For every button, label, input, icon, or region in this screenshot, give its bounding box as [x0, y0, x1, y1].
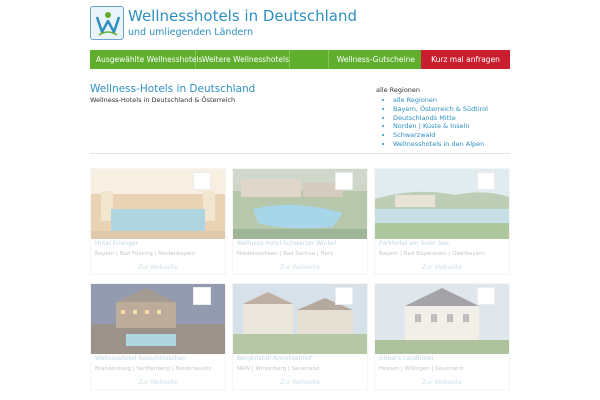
- hotel-image[interactable]: [233, 284, 367, 354]
- nav-item-weitere[interactable]: Weitere Wellnesshotels: [196, 50, 290, 69]
- hotel-card[interactable]: Parkhotel am Soier See Bayern | Bad Baye…: [374, 168, 510, 275]
- region-filter: alle Regionen alle Regionen Bayern, Öste…: [376, 86, 510, 149]
- hotel-location: Bayern | Bad Bayersoien | Oberbayern: [379, 251, 485, 257]
- region-link[interactable]: Schwarzwald: [393, 131, 510, 140]
- hotel-card[interactable]: Wellness Hotel Schwarzer Winkel Niedersa…: [232, 168, 368, 275]
- hotel-card[interactable]: Hotel Erlanger Bayern | Bad Füssing | Ni…: [90, 168, 226, 275]
- website-link[interactable]: Zur Webseite: [91, 264, 225, 271]
- hotel-name[interactable]: Bergkristall Annelisenhof: [237, 355, 312, 362]
- hotel-image[interactable]: [375, 169, 509, 239]
- nav-item-gutscheine[interactable]: Wellness-Gutscheine: [329, 50, 421, 69]
- nav-spacer: [290, 50, 329, 69]
- wellness-badge-icon: [477, 172, 495, 190]
- hotel-name[interactable]: Parkhotel am Soier See: [379, 240, 449, 247]
- website-link[interactable]: Zur Webseite: [375, 379, 509, 386]
- hotel-location: Hessen | Willingen | Sauerland: [379, 366, 463, 372]
- site-subtitle: und umliegenden Ländern: [128, 27, 254, 38]
- region-link[interactable]: Bayern, Österreich & Südtirol: [393, 105, 510, 114]
- page-title: Wellness-Hotels in Deutschland: [90, 83, 256, 95]
- request-button[interactable]: Kurz mal anfragen: [421, 50, 510, 69]
- hotel-name[interactable]: Wellness Hotel Schwarzer Winkel: [237, 240, 336, 247]
- website-link[interactable]: Zur Webseite: [375, 264, 509, 271]
- page-subtitle: Wellness-Hotels in Deutschland & Österre…: [90, 96, 236, 104]
- region-link[interactable]: alle Regionen: [393, 96, 510, 105]
- website-link[interactable]: Zur Webseite: [91, 379, 225, 386]
- hotel-image[interactable]: [91, 284, 225, 354]
- region-list: alle Regionen Bayern, Österreich & Südti…: [376, 96, 510, 149]
- hotel-card[interactable]: Wellnesshotel Seeschlösschen Brandenburg…: [90, 283, 226, 390]
- wellness-badge-icon: [477, 287, 495, 305]
- site-title[interactable]: Wellnesshotels in Deutschland: [128, 7, 357, 25]
- website-link[interactable]: Zur Webseite: [233, 379, 367, 386]
- wellness-badge-icon: [335, 287, 353, 305]
- nav-item-ausgewaehlte[interactable]: Ausgewählte Wellnesshotels: [90, 50, 203, 69]
- hotel-location: Brandenburg | Senftenberg | Niederlausit…: [95, 366, 212, 372]
- hotel-image[interactable]: [233, 169, 367, 239]
- hotel-card[interactable]: Göbel's Landhotel Hessen | Willingen | S…: [374, 283, 510, 390]
- hotel-location: Bayern | Bad Füssing | Niederbayern: [95, 251, 196, 257]
- region-link[interactable]: Deutschlands Mitte: [393, 114, 510, 123]
- region-link[interactable]: Norden | Küste & Inseln: [393, 122, 510, 131]
- hotel-location: Niedersachsen | Bad Sachsa | Harz: [237, 251, 333, 257]
- site-header: Wellnesshotels in Deutschland und umlieg…: [0, 0, 600, 46]
- hotel-card[interactable]: Bergkristall Annelisenhof NRW | Winterbe…: [232, 283, 368, 390]
- region-filter-heading: alle Regionen: [376, 86, 421, 94]
- region-link[interactable]: Wellnesshotels in den Alpen: [393, 140, 510, 149]
- wellness-badge-icon: [193, 172, 211, 190]
- main-nav: Ausgewählte Wellnesshotels Weitere Welln…: [90, 50, 510, 69]
- hotel-name[interactable]: Wellnesshotel Seeschlösschen: [95, 355, 186, 362]
- hotel-image[interactable]: [375, 284, 509, 354]
- website-link[interactable]: Zur Webseite: [233, 264, 367, 271]
- wellness-badge-icon: [335, 172, 353, 190]
- divider: [90, 153, 510, 154]
- hotel-image[interactable]: [91, 169, 225, 239]
- wellness-badge-icon: [193, 287, 211, 305]
- hotel-name[interactable]: Hotel Erlanger: [95, 240, 138, 247]
- hotel-location: NRW | Winterberg | Sauerland: [237, 366, 320, 372]
- hotel-name[interactable]: Göbel's Landhotel: [379, 355, 433, 362]
- wellness-logo-icon[interactable]: [90, 6, 124, 40]
